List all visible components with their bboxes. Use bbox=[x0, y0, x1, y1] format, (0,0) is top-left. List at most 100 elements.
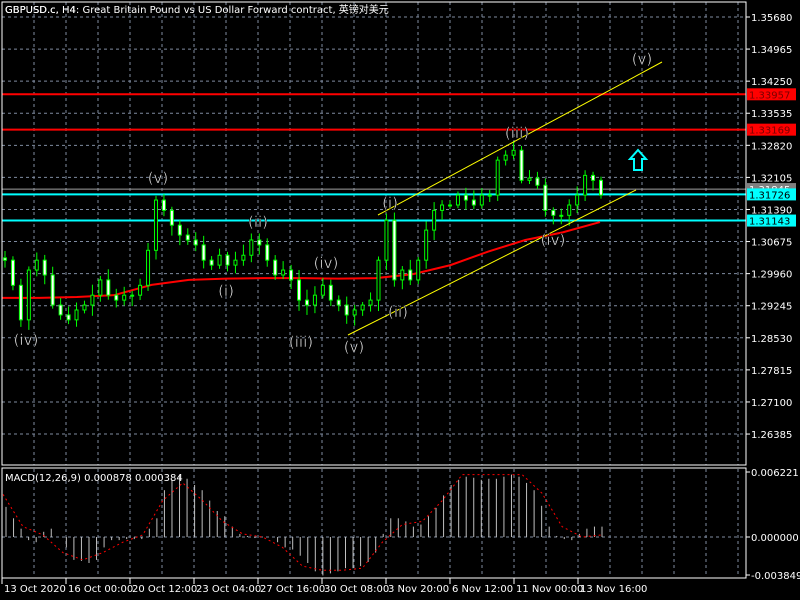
candle-body bbox=[559, 214, 564, 217]
resistance-label: 1.33169 bbox=[749, 126, 790, 137]
candle-body bbox=[66, 314, 71, 321]
candle-body bbox=[352, 309, 357, 316]
candle-body bbox=[479, 194, 484, 206]
price-tick-label: 1.28530 bbox=[751, 334, 792, 345]
candles bbox=[3, 140, 603, 330]
candle-body bbox=[511, 149, 516, 156]
candle-body bbox=[424, 229, 429, 261]
candle-body bbox=[249, 239, 254, 256]
candle-body bbox=[177, 224, 182, 236]
wave-label: (iv) bbox=[314, 254, 339, 272]
candle-body bbox=[392, 219, 397, 281]
candle-body bbox=[304, 299, 309, 306]
candle-body bbox=[26, 269, 31, 321]
candle-body bbox=[265, 244, 270, 261]
time-tick-label: 3 Nov 20:00 bbox=[388, 584, 449, 595]
candle-body bbox=[312, 294, 317, 306]
candle-body bbox=[384, 219, 389, 261]
support-label: 1.31143 bbox=[749, 217, 790, 228]
candle-body bbox=[519, 149, 524, 181]
candle-body bbox=[193, 239, 198, 246]
candle-body bbox=[455, 194, 460, 206]
candle-body bbox=[289, 269, 294, 281]
candle-body bbox=[471, 199, 476, 206]
wave-label: (v) bbox=[344, 338, 365, 356]
price-tick-label: 1.29245 bbox=[751, 302, 792, 313]
time-tick-label: 6 Nov 12:00 bbox=[452, 584, 513, 595]
candle-body bbox=[344, 304, 349, 316]
candle-body bbox=[3, 257, 7, 261]
macd-signal-line bbox=[2, 474, 603, 571]
candle-body bbox=[241, 254, 246, 261]
candle-body bbox=[320, 284, 325, 296]
candle-body bbox=[416, 259, 421, 281]
resistance-label: 1.33957 bbox=[749, 90, 790, 101]
candle-body bbox=[551, 209, 556, 216]
candle-body bbox=[82, 304, 87, 311]
price-tick-label: 1.27100 bbox=[751, 398, 792, 409]
candle-body bbox=[201, 244, 206, 261]
time-tick-label: 11 Nov 00:00 bbox=[516, 584, 583, 595]
candle-body bbox=[10, 259, 15, 286]
candle-body bbox=[233, 259, 238, 266]
macd-frame bbox=[1, 467, 747, 579]
wave-label: (v) bbox=[148, 169, 169, 187]
candle-body bbox=[599, 179, 603, 196]
candle-body bbox=[185, 234, 190, 241]
candle-body bbox=[487, 194, 492, 197]
time-tick-label: 23 Oct 04:00 bbox=[196, 584, 261, 595]
candle-body bbox=[114, 294, 119, 301]
candle-body bbox=[122, 294, 127, 301]
price-tick-label: 1.32820 bbox=[751, 141, 792, 152]
candle-body bbox=[281, 269, 286, 276]
candle-body bbox=[432, 209, 437, 231]
macd-tick-label: -0.003849 bbox=[751, 571, 800, 582]
candle-body bbox=[591, 174, 596, 181]
time-tick-label: 30 Oct 08:00 bbox=[324, 584, 389, 595]
horizontal-levels[interactable]: 1.318451.339571.331691.317261.31143 bbox=[2, 88, 796, 228]
time-tick-label: 13 Nov 16:00 bbox=[580, 584, 647, 595]
price-chart[interactable]: 1.318451.339571.331691.317261.31143 (iv)… bbox=[0, 0, 800, 600]
price-tick-label: 1.34965 bbox=[751, 45, 792, 56]
price-tick-label: 1.33535 bbox=[751, 109, 792, 120]
candle-body bbox=[257, 239, 262, 246]
candle-body bbox=[448, 204, 453, 207]
candle-body bbox=[543, 184, 548, 211]
candle-body bbox=[440, 204, 445, 211]
candle-body bbox=[34, 259, 39, 271]
up-arrow-icon[interactable] bbox=[627, 148, 649, 171]
candle-body bbox=[575, 194, 580, 206]
price-tick-label: 1.32105 bbox=[751, 173, 792, 184]
candle-body bbox=[225, 254, 230, 266]
main-frame bbox=[1, 1, 747, 466]
candle-body bbox=[169, 209, 174, 226]
candle-body bbox=[336, 299, 341, 306]
candle-body bbox=[209, 259, 214, 266]
wave-label: (iv) bbox=[14, 331, 39, 349]
candle-body bbox=[503, 154, 508, 161]
price-tick-label: 1.35680 bbox=[751, 13, 792, 24]
price-tick-label: 1.26385 bbox=[751, 430, 792, 441]
time-tick-label: 20 Oct 12:00 bbox=[132, 584, 197, 595]
candle-body bbox=[567, 204, 572, 216]
macd-tick-label: 0.000000 bbox=[751, 533, 799, 544]
candle-body bbox=[527, 177, 532, 181]
wave-label: (v) bbox=[632, 50, 653, 68]
wave-labels: (iv) (v) (i) (ii) (iii) (iv) (v) (i) (ii) (iii) (i… bbox=[13, 50, 653, 357]
candle-body bbox=[58, 304, 63, 316]
candle-body bbox=[328, 284, 333, 301]
candle-body bbox=[50, 274, 55, 306]
candle-body bbox=[360, 304, 365, 311]
wave-label: (ii) bbox=[388, 303, 408, 321]
candle-body bbox=[146, 249, 151, 286]
candle-body bbox=[583, 174, 588, 196]
candle-body bbox=[408, 269, 413, 281]
candle-body bbox=[90, 294, 95, 306]
candle-body bbox=[217, 254, 222, 266]
price-tick-label: 1.31390 bbox=[751, 205, 792, 216]
candle-body bbox=[130, 294, 135, 297]
candle-body bbox=[535, 177, 540, 186]
candle-body bbox=[400, 269, 405, 281]
candle-body bbox=[138, 284, 143, 296]
time-tick-label: 13 Oct 2020 bbox=[4, 584, 66, 595]
